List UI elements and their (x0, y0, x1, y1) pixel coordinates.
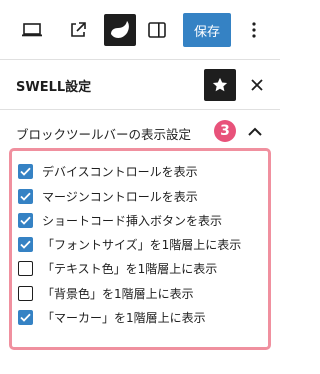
editor-toolbar: 保存 (0, 0, 280, 60)
option-label: 「フォントサイズ」を1階層上に表示 (42, 237, 242, 252)
option-row[interactable]: デバイスコントロールを表示 (18, 161, 198, 181)
option-label: 「マーカー」を1階層上に表示 (42, 310, 206, 325)
option-label: 「テキスト色」を1階層上に表示 (42, 261, 218, 276)
option-label: マージンコントロールを表示 (42, 189, 198, 204)
option-checkbox-unchecked[interactable] (18, 260, 33, 276)
option-label: 「背景色」を1階層上に表示 (42, 286, 194, 301)
swell-logo-icon[interactable] (104, 14, 136, 46)
option-checkbox-checked[interactable] (18, 163, 33, 179)
option-checkbox-checked[interactable] (18, 309, 33, 325)
option-row[interactable]: 「テキスト色」を1階層上に表示 (18, 258, 217, 278)
option-row[interactable]: マージンコントロールを表示 (18, 186, 198, 206)
section-title[interactable]: ブロックツールバーの表示設定 (16, 124, 191, 143)
option-row[interactable]: ショートコード挿入ボタンを表示 (18, 210, 222, 230)
panel-title: SWELL設定 (16, 80, 92, 95)
option-row[interactable]: 「マーカー」を1階層上に表示 (18, 307, 206, 327)
option-row[interactable]: 「フォントサイズ」を1階層上に表示 (18, 234, 241, 254)
option-row[interactable]: 「背景色」を1階層上に表示 (18, 283, 194, 303)
option-checkbox-checked[interactable] (18, 188, 33, 204)
star-icon[interactable] (204, 69, 236, 101)
option-label: ショートコード挿入ボタンを表示 (42, 213, 223, 228)
save-button[interactable]: 保存 (183, 13, 231, 47)
option-checkbox-checked[interactable] (18, 212, 33, 228)
panel-header: SWELL設定 (0, 60, 280, 110)
close-icon[interactable] (246, 72, 268, 98)
external-link-icon[interactable] (62, 14, 94, 46)
more-vertical-icon[interactable] (243, 14, 265, 46)
sidebar-toggle-icon[interactable] (141, 14, 173, 46)
laptop-icon[interactable] (16, 14, 48, 46)
step-badge: 3 (214, 120, 236, 142)
option-checkbox-checked[interactable] (18, 236, 33, 252)
option-label: デバイスコントロールを表示 (42, 164, 198, 179)
chevron-up-icon[interactable] (245, 124, 265, 138)
option-checkbox-unchecked[interactable] (18, 285, 33, 301)
